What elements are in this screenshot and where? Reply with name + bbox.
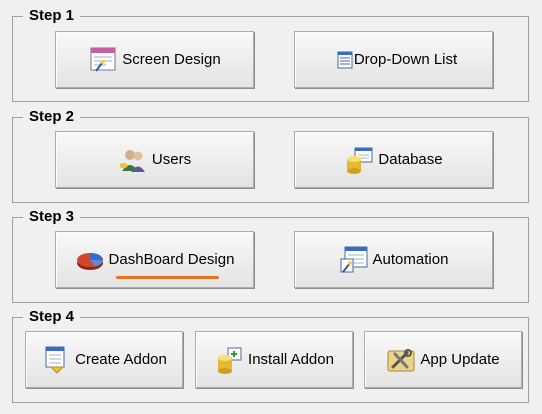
drop-down-list-button[interactable]: Drop-Down List xyxy=(294,31,493,88)
users-label: Users xyxy=(151,151,192,168)
app-update-label: App Update xyxy=(420,351,500,368)
dashboard-design-button[interactable]: DashBoard Design xyxy=(55,231,254,288)
database-label: Database xyxy=(378,151,443,168)
automation-label: Automation xyxy=(372,251,449,268)
automation-icon xyxy=(339,245,369,275)
screen-design-label: Screen Design xyxy=(122,51,221,68)
install-addon-button[interactable]: Install Addon xyxy=(195,331,353,388)
create-addon-icon xyxy=(41,345,71,375)
drop-down-list-label: Drop-Down List xyxy=(353,51,458,68)
database-button[interactable]: Database xyxy=(294,131,493,188)
create-addon-button[interactable]: Create Addon xyxy=(25,331,183,388)
step-1-title: Step 1 xyxy=(23,7,81,25)
screen-design-icon xyxy=(88,45,118,75)
screen-design-button[interactable]: Screen Design xyxy=(55,31,254,88)
dashboard-design-label: DashBoard Design xyxy=(108,251,235,268)
install-addon-label: Install Addon xyxy=(248,351,334,368)
step-3-title: Step 3 xyxy=(23,208,81,226)
users-icon xyxy=(118,145,148,175)
app-update-button[interactable]: App Update xyxy=(364,331,522,388)
automation-button[interactable]: Automation xyxy=(294,231,493,288)
list-icon xyxy=(330,45,353,75)
create-addon-label: Create Addon xyxy=(75,351,167,368)
step-2-title: Step 2 xyxy=(23,108,81,126)
users-button[interactable]: Users xyxy=(55,131,254,188)
focus-indicator xyxy=(116,276,219,279)
install-addon-icon xyxy=(214,345,244,375)
step-4-title: Step 4 xyxy=(23,308,81,326)
pie-chart-icon xyxy=(75,245,105,275)
tools-icon xyxy=(386,345,416,375)
database-icon xyxy=(344,145,374,175)
